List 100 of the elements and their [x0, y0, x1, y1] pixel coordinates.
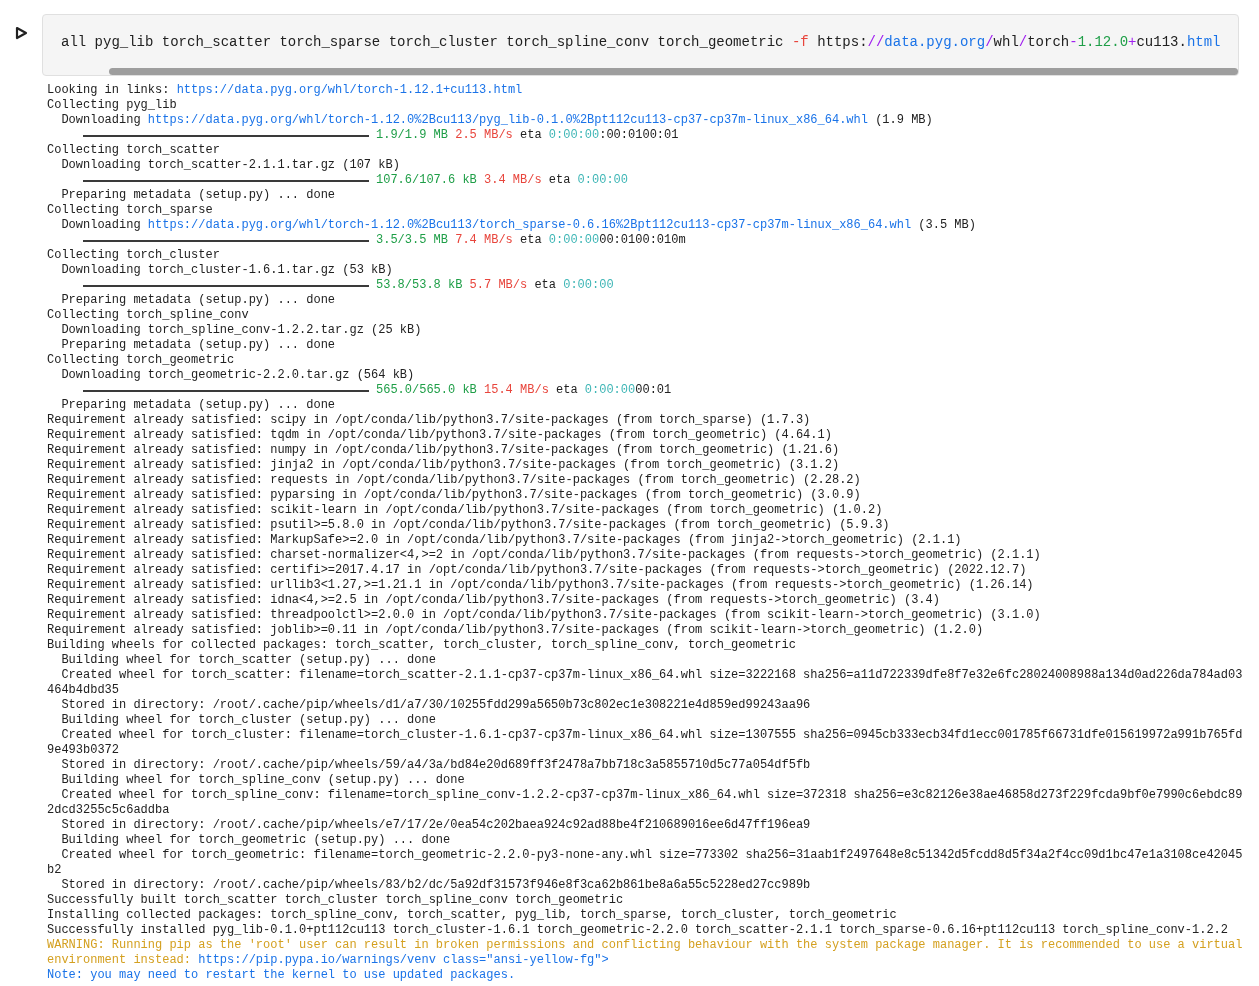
output-text: 3.5/3.5 MB: [376, 233, 448, 248]
output-text: Looking in links:: [47, 83, 171, 98]
output-text: 107.6/107.6 kB: [376, 173, 477, 188]
code-token: html: [1186, 34, 1221, 50]
code-token: /: [985, 34, 994, 50]
output-text: Requirement already satisfied: requests in /opt/conda/lib/python3.7/site-packages (from torch_geometric) (2.28.2): [47, 473, 861, 488]
code-token: //: [867, 34, 885, 50]
output-text: 2.5 MB/s: [455, 128, 513, 143]
code-token: -f: [791, 34, 809, 50]
output-text: Created wheel for torch_scatter: filename=torch_scatter-2.1.1-cp37-cp37m-linux_x86_64.whl size=3222168 sha256=a11d722339dfe8f7e32e6fc28024008988a134d0ad226da784ad03: [60, 668, 1243, 683]
output-text: 464b4dbd35: [47, 683, 119, 698]
output-text: :00:0100:01: [599, 128, 679, 143]
output-text: 0:00:00: [577, 173, 629, 188]
code-text: whl: [993, 34, 1019, 50]
output-text: Requirement already satisfied: jinja2 in /opt/conda/lib/python3.7/site-packages (from torch_geometric) (3.1.2): [47, 458, 840, 473]
output-text: Downloading: [60, 218, 142, 233]
output-text: Requirement already satisfied: pyparsing in /opt/conda/lib/python3.7/site-packages (from torch_geometric) (3.0.9): [47, 488, 861, 503]
code-token: 1.12.0: [1077, 34, 1129, 50]
output-text: 9e493b0372: [47, 743, 119, 758]
output-text: 7.4 MB/s: [455, 233, 513, 248]
output-text: Downloading torch_geometric-2.2.0.tar.gz (564 kB): [60, 368, 415, 383]
run-icon[interactable]: [14, 26, 28, 40]
output-text: Collecting pyg_lib: [47, 98, 177, 113]
scrollbar-thumb[interactable]: [109, 68, 1238, 75]
output-text: Created wheel for torch_geometric: filename=torch_geometric-2.2.0-py3-none-any.whl size=773302 sha256=31aab1f2497648e8c51342d5fcdd8d5f34a2f4cc09d1bc47e1a3108ce42045: [60, 848, 1243, 863]
output-text: eta: [520, 128, 542, 143]
output-text: (1.9 MB): [874, 113, 933, 128]
output-text: Requirement already satisfied: urllib3<1.27,>=1.21.1 in /opt/conda/lib/python3.7/site-packages (from requests->torch_geometric) (1.26.14): [47, 578, 1034, 593]
output-text: Preparing metadata (setup.py) ... done: [60, 338, 336, 353]
output-text: Collecting torch_geometric: [47, 353, 235, 368]
output-text: Stored in directory: /root/.cache/pip/wheels/d1/a7/30/10255fdd299a5650b73c802ec1e308221e4d859ed99243aa96: [60, 698, 811, 713]
output-text: Requirement already satisfied: numpy in /opt/conda/lib/python3.7/site-packages (from torch_geometric) (1.21.6): [47, 443, 840, 458]
code-token: data.pyg.org: [884, 34, 986, 50]
output-text: 1.9/1.9 MB: [376, 128, 448, 143]
output-text: Preparing metadata (setup.py) ... done: [60, 293, 336, 308]
output-text: 0:00:00: [563, 278, 614, 293]
output-text: 0:00:00: [584, 383, 636, 398]
output-text: Building wheel for torch_scatter (setup.py) ... done: [60, 653, 436, 668]
output-text: 0:00:00: [548, 128, 600, 143]
output-text: 00:01: [635, 383, 672, 398]
output-text: 565.0/565.0 kB: [376, 383, 477, 398]
output-text: Successfully installed pyg_lib-0.1.0+pt112cu113 torch_cluster-1.6.1 torch_geometric-2.2.0 torch_scatter-2.1.1 torch_sparse-0.6.16+pt112cu113 torch_spline_conv-1.2.2: [47, 923, 1228, 938]
output-text: Preparing metadata (setup.py) ... done: [60, 188, 336, 203]
output-text: Requirement already satisfied: psutil>=5.8.0 in /opt/conda/lib/python3.7/site-packages (from torch_geometric) (5.9.3): [47, 518, 890, 533]
output-text: Requirement already satisfied: tqdm in /opt/conda/lib/python3.7/site-packages (from torch_geometric) (4.64.1): [47, 428, 832, 443]
output-text: Requirement already satisfied: threadpoolctl>=2.0.0 in /opt/conda/lib/python3.7/site-packages (from scikit-learn->torch_geometric) (3.1.0): [47, 608, 1041, 623]
output-text: Building wheel for torch_cluster (setup.py) ... done: [60, 713, 436, 728]
output-text: Note: you may need to restart the kernel to use updated packages.: [47, 968, 516, 983]
output-text: 53.8/53.8 kB: [376, 278, 463, 293]
output-text: Successfully built torch_scatter torch_cluster torch_spline_conv torch_geometric: [47, 893, 624, 908]
output-text: Created wheel for torch_cluster: filename=torch_cluster-1.6.1-cp37-cp37m-linux_x86_64.whl size=1307555 sha256=0945cb333ecb34fd1ecc001785f66731dfe015619972a991b765fd: [60, 728, 1243, 743]
output-text: Downloading: [60, 113, 142, 128]
output-text: Collecting torch_cluster: [47, 248, 220, 263]
output-text: 2dcd3255c5c6addba: [47, 803, 170, 818]
code-token: +: [1128, 34, 1137, 50]
output-text: Created wheel for torch_spline_conv: filename=torch_spline_conv-1.2.2-cp37-cp37m-linux_x86_64.whl size=372318 sha256=e3c82126e38ae46858d273f229fcda9bf0e7990c6ebdc89: [60, 788, 1243, 803]
output-text: Stored in directory: /root/.cache/pip/wheels/59/a4/3a/bd84e20d689ff3f2478a7bb718c3a5855710d5c77a054df5fb: [60, 758, 811, 773]
output-text: Preparing metadata (setup.py) ... done: [60, 398, 336, 413]
output-text: 15.4 MB/s: [484, 383, 549, 398]
output-text: Collecting torch_scatter: [47, 143, 220, 158]
output-text: Requirement already satisfied: idna<4,>=2.5 in /opt/conda/lib/python3.7/site-packages (from requests->torch_geometric) (3.4): [47, 593, 940, 608]
code-text: torch: [1027, 34, 1070, 50]
output-text: b2: [47, 863, 62, 878]
output-text: eta: [520, 233, 542, 248]
output-text: Requirement already satisfied: joblib>=0.11 in /opt/conda/lib/python3.7/site-packages (from scikit-learn->torch_geometric) (1.2.0): [47, 623, 984, 638]
output-text: 00:0100:010m: [599, 233, 686, 248]
output-text: Requirement already satisfied: certifi>=2017.4.17 in /opt/conda/lib/python3.7/site-packages (from requests->torch_geometric) (2022.12.7): [47, 563, 1027, 578]
link[interactable]: https://data.pyg.org/whl/torch-1.12.0%2Bcu113/torch_sparse-0.6.16%2Bpt112cu113-cp37-cp37m-linux_x86_64.whl: [147, 218, 912, 233]
output-text: environment instead:: [47, 953, 193, 968]
code-cell[interactable]: all pyg_lib torch_scatter torch_sparse torch_cluster torch_spline_conv torch_geometric -f https://data.pyg.org/whl/torch-1.12.0+cu113.html: [42, 14, 1239, 76]
output-text: eta: [548, 173, 571, 188]
code-token: -: [1069, 34, 1078, 50]
output-text: Building wheels for collected packages: torch_scatter, torch_cluster, torch_spline_conv, torch_geometric: [47, 638, 796, 653]
output-text: 3.4 MB/s: [484, 173, 542, 188]
output-text: Stored in directory: /root/.cache/pip/wheels/e7/17/2e/0ea54c202baea924c92ad88be4f210689016ee6d47ff196ea9: [60, 818, 811, 833]
output-text: Building wheel for torch_geometric (setup.py) ... done: [60, 833, 451, 848]
output-text: Installing collected packages: torch_spline_conv, torch_scatter, pyg_lib, torch_sparse, torch_cluster, torch_geometric: [47, 908, 897, 923]
output-text: 0:00:00: [548, 233, 600, 248]
output-text: 5.7 MB/s: [469, 278, 528, 293]
output-text: Requirement already satisfied: MarkupSafe>=2.0 in /opt/conda/lib/python3.7/site-packages (from jinja2->torch_geometric) (2.1.1): [47, 533, 962, 548]
output-text: eta: [556, 383, 578, 398]
output-text: Requirement already satisfied: charset-normalizer<4,>=2 in /opt/conda/lib/python3.7/site-packages (from requests->torch_geometric) (2.1.1): [47, 548, 1041, 563]
link[interactable]: https://pip.pypa.io/warnings/venv class="ansi-yellow-fg">: [198, 953, 609, 968]
output-text: Collecting torch_spline_conv: [47, 308, 249, 323]
output-text: Downloading torch_spline_conv-1.2.2.tar.gz (25 kB): [60, 323, 422, 338]
output-text: Stored in directory: /root/.cache/pip/wheels/83/b2/dc/5a92df31573f946e8f3ca62b861be8a6a55c5228ed27cc989b: [60, 878, 811, 893]
output-text: WARNING: Running pip as the 'root' user can result in broken permissions and conflicting behaviour with the system package manager. It is recommended to use a virtual: [47, 938, 1243, 953]
output-text: Requirement already satisfied: scipy in /opt/conda/lib/python3.7/site-packages (from torch_sparse) (1.7.3): [47, 413, 811, 428]
code-text: all pyg_lib torch_scatter torch_sparse torch_cluster torch_spline_conv torch_geometric: [61, 34, 785, 50]
link[interactable]: https://data.pyg.org/whl/torch-1.12.0%2Bcu113/pyg_lib-0.1.0%2Bpt112cu113-cp37-cp37m-linux_x86_64.whl: [147, 113, 868, 128]
output-text: Requirement already satisfied: scikit-learn in /opt/conda/lib/python3.7/site-packages (from torch_geometric) (1.0.2): [47, 503, 883, 518]
output-text: Building wheel for torch_spline_conv (setup.py) ... done: [60, 773, 465, 788]
output-text: Collecting torch_sparse: [47, 203, 213, 218]
output-text: Downloading torch_cluster-1.6.1.tar.gz (53 kB): [60, 263, 393, 278]
output-text: eta: [534, 278, 556, 293]
output-text: (3.5 MB): [917, 218, 976, 233]
output-text: Downloading torch_scatter-2.1.1.tar.gz (107 kB): [60, 158, 400, 173]
code-text: cu113.: [1136, 34, 1187, 50]
link[interactable]: https://data.pyg.org/whl/torch-1.12.1+cu113.html: [176, 83, 523, 98]
code-token: /: [1018, 34, 1028, 50]
